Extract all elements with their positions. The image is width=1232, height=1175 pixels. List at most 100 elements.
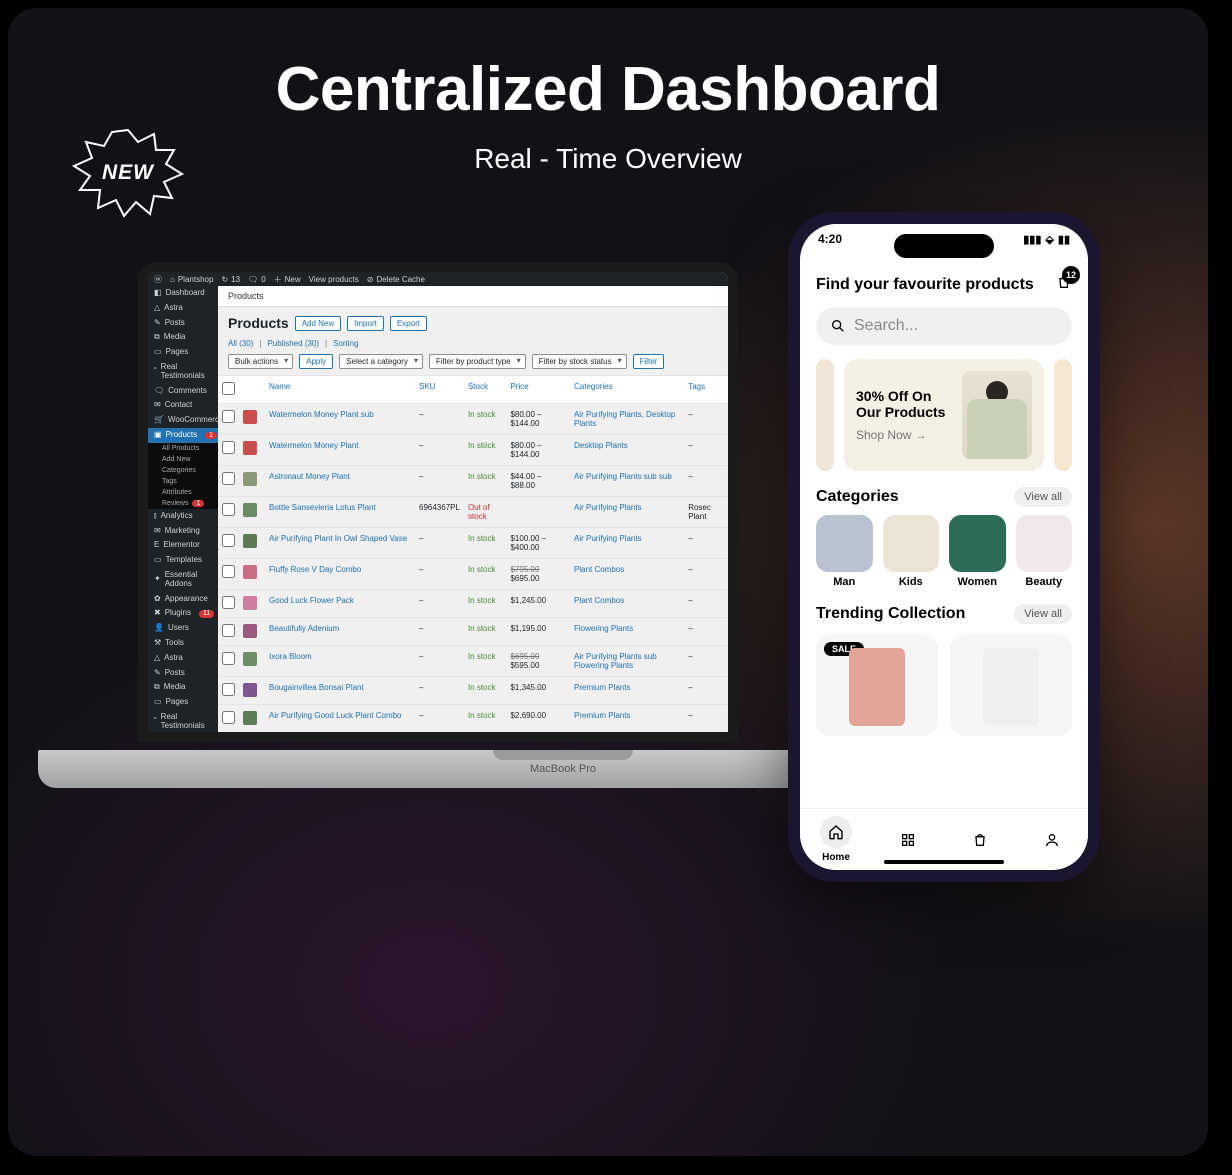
wp-new[interactable]: ＋ New bbox=[274, 274, 301, 285]
sidebar-item[interactable]: “Real Testimonials bbox=[148, 710, 218, 734]
product-link[interactable]: Air Purifying Plant In Owl Shaped Vase bbox=[269, 534, 407, 543]
category-select[interactable]: Select a category bbox=[339, 354, 423, 369]
row-checkbox[interactable] bbox=[222, 739, 235, 742]
wp-logo-icon[interactable]: ⓦ bbox=[154, 274, 162, 285]
category-item[interactable]: Beauty bbox=[1016, 515, 1073, 588]
categories-view-all[interactable]: View all bbox=[1014, 487, 1072, 507]
categories-cell[interactable]: Desktop Plants bbox=[570, 435, 684, 466]
add-new-button[interactable]: Add New bbox=[295, 316, 341, 331]
sidebar-item[interactable]: ✎Posts bbox=[148, 666, 218, 681]
category-item[interactable]: Man bbox=[816, 515, 873, 588]
filter-published[interactable]: Published (30) bbox=[267, 339, 319, 348]
banner-cta[interactable]: Shop Now → bbox=[856, 428, 954, 442]
categories-cell[interactable]: Premium Plants bbox=[570, 677, 684, 705]
trending-card[interactable]: SALE bbox=[816, 634, 938, 736]
categories-cell[interactable]: Plant Combos bbox=[570, 559, 684, 590]
product-link[interactable]: Watermelon Money Plant sub bbox=[269, 410, 374, 419]
table-header[interactable]: Categories bbox=[570, 376, 684, 404]
product-link[interactable]: Good Luck Flower Pack bbox=[269, 596, 354, 605]
sidebar-item[interactable]: ✖Plugins11 bbox=[148, 606, 218, 621]
filter-all[interactable]: All (30) bbox=[228, 339, 253, 348]
trending-view-all[interactable]: View all bbox=[1014, 604, 1072, 624]
wp-delete-cache[interactable]: ⊘ Delete Cache bbox=[367, 275, 425, 284]
sidebar-subitem[interactable]: All Products bbox=[148, 443, 218, 454]
wp-updates[interactable]: ↻ 13 bbox=[221, 275, 240, 284]
sidebar-item[interactable]: ✎Posts bbox=[148, 316, 218, 331]
row-checkbox[interactable] bbox=[222, 652, 235, 665]
sidebar-item[interactable]: 🗨Comments bbox=[148, 384, 218, 399]
product-type-select[interactable]: Filter by product type bbox=[429, 354, 526, 369]
cart-button[interactable]: 12 bbox=[1056, 274, 1072, 295]
wp-view-products[interactable]: View products bbox=[309, 275, 359, 284]
sidebar-item[interactable]: “Real Testimonials bbox=[148, 360, 218, 384]
product-link[interactable]: Beautifully Adenium bbox=[269, 624, 339, 633]
wp-site-name[interactable]: ⌂ Plantshop bbox=[170, 275, 213, 284]
row-checkbox[interactable] bbox=[222, 410, 235, 423]
categories-cell[interactable]: Plant Combos bbox=[570, 590, 684, 618]
row-checkbox[interactable] bbox=[222, 472, 235, 485]
table-header[interactable]: Stock bbox=[464, 376, 507, 404]
table-header[interactable]: SKU bbox=[415, 376, 464, 404]
sidebar-subitem[interactable]: Tags bbox=[148, 476, 218, 487]
stock-status-select[interactable]: Filter by stock status bbox=[532, 354, 627, 369]
select-all-checkbox[interactable] bbox=[222, 382, 235, 395]
category-item[interactable]: Women bbox=[949, 515, 1006, 588]
sidebar-item[interactable]: ▭Pages bbox=[148, 695, 218, 710]
sidebar-item[interactable]: ◧Dashboard bbox=[148, 286, 218, 301]
table-header[interactable]: Name bbox=[265, 376, 415, 404]
sidebar-item[interactable]: ▭Pages bbox=[148, 345, 218, 360]
import-button[interactable]: Import bbox=[347, 316, 384, 331]
sidebar-subitem[interactable]: Attributes bbox=[148, 487, 218, 498]
sidebar-item[interactable]: △Astra bbox=[148, 651, 218, 666]
table-header[interactable]: Price bbox=[506, 376, 570, 404]
product-link[interactable]: Bottle Sansevieria Lotus Plant bbox=[269, 503, 376, 512]
categories-cell[interactable]: Flowering Plants bbox=[570, 618, 684, 646]
wp-comments[interactable]: 🗨 0 bbox=[248, 275, 266, 284]
sidebar-item[interactable]: 👤Users bbox=[148, 621, 218, 636]
tab-shop[interactable] bbox=[964, 824, 996, 856]
row-checkbox[interactable] bbox=[222, 534, 235, 547]
categories-cell[interactable]: Premium Plants bbox=[570, 705, 684, 733]
sidebar-item[interactable]: ⚒Tools bbox=[148, 636, 218, 651]
sidebar-subitem[interactable]: Add New bbox=[148, 454, 218, 465]
trending-card[interactable] bbox=[950, 634, 1072, 736]
categories-cell[interactable]: Air Purifying Plants sub Flowering Plant… bbox=[570, 646, 684, 677]
sidebar-item[interactable]: EElementor bbox=[148, 538, 218, 553]
categories-cell[interactable]: Outdoors bbox=[570, 733, 684, 743]
sidebar-item[interactable]: ▭Templates bbox=[148, 553, 218, 568]
sidebar-item[interactable]: ⧉Media bbox=[148, 680, 218, 695]
product-link[interactable]: Watermelon Money Plant bbox=[269, 441, 359, 450]
wp-admin-bar[interactable]: ⓦ ⌂ Plantshop ↻ 13 🗨 0 ＋ New View produc… bbox=[148, 272, 728, 286]
apply-button[interactable]: Apply bbox=[299, 354, 333, 369]
row-checkbox[interactable] bbox=[222, 711, 235, 724]
row-checkbox[interactable] bbox=[222, 683, 235, 696]
table-header[interactable]: Tags bbox=[684, 376, 728, 404]
sidebar-item[interactable]: ✉Contact bbox=[148, 398, 218, 413]
sidebar-item[interactable]: ⫾Analytics bbox=[148, 509, 218, 524]
sidebar-item[interactable]: ✉Marketing bbox=[148, 524, 218, 539]
row-checkbox[interactable] bbox=[222, 441, 235, 454]
sidebar-item[interactable]: 🗨Comments bbox=[148, 734, 218, 742]
row-checkbox[interactable] bbox=[222, 503, 235, 516]
product-link[interactable]: Astronaut Money Plant bbox=[269, 472, 350, 481]
sidebar-subitem[interactable]: Categories bbox=[148, 465, 218, 476]
sidebar-item[interactable]: ✦Essential Addons bbox=[148, 568, 218, 592]
banner-prev[interactable] bbox=[816, 359, 834, 471]
search-input[interactable]: Search... bbox=[816, 307, 1072, 345]
category-item[interactable]: Kids bbox=[883, 515, 940, 588]
banner-next[interactable] bbox=[1054, 359, 1072, 471]
row-checkbox[interactable] bbox=[222, 596, 235, 609]
export-button[interactable]: Export bbox=[390, 316, 427, 331]
product-link[interactable]: Ixora Bloom bbox=[269, 652, 312, 661]
filter-sorting[interactable]: Sorting bbox=[333, 339, 358, 348]
filter-button[interactable]: Filter bbox=[633, 354, 665, 369]
sidebar-subitem[interactable]: Reviews1 bbox=[148, 498, 218, 509]
sidebar-item[interactable]: ⧉Media bbox=[148, 330, 218, 345]
categories-cell[interactable]: Air Purifying Plants, Desktop Plants bbox=[570, 404, 684, 435]
tab-profile[interactable] bbox=[1036, 824, 1068, 856]
product-link[interactable]: Pretty Cypress Plant bbox=[269, 739, 342, 742]
bulk-actions-select[interactable]: Bulk actions bbox=[228, 354, 293, 369]
tab-grid[interactable] bbox=[892, 824, 924, 856]
sidebar-item[interactable]: ▣Products1 bbox=[148, 428, 218, 443]
product-link[interactable]: Fluffy Rose V Day Combo bbox=[269, 565, 361, 574]
